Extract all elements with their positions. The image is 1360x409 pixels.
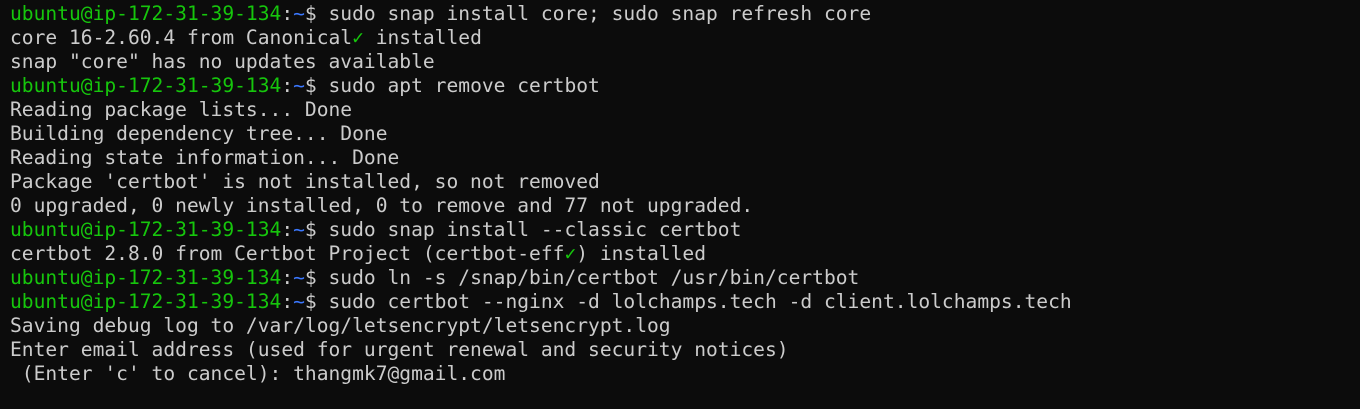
input-line[interactable]: (Enter 'c' to cancel): thangmk7@gmail.co… (10, 362, 1350, 386)
command-text: sudo snap install --classic certbot (328, 218, 742, 241)
prompt-path: ~ (293, 218, 305, 241)
prompt-line: ubuntu@ip-172-31-39-134:~$ sudo certbot … (10, 290, 1350, 314)
output-text: installed (363, 26, 482, 49)
command-text: sudo snap install core; sudo snap refres… (328, 2, 872, 25)
prompt-path: ~ (293, 266, 305, 289)
prompt-user: ubuntu@ip-172-31-39-134 (10, 2, 282, 25)
prompt-line: ubuntu@ip-172-31-39-134:~$ sudo ln -s /s… (10, 266, 1350, 290)
prompt-separator: : (281, 266, 294, 289)
prompt-symbol: $ (304, 218, 329, 241)
prompt-line: ubuntu@ip-172-31-39-134:~$ sudo snap ins… (10, 2, 1350, 26)
checkmark-icon: ✓ (352, 26, 364, 49)
command-text: sudo apt remove certbot (328, 74, 600, 97)
prompt-separator: : (281, 290, 294, 313)
prompt-symbol: $ (304, 74, 329, 97)
prompt-path: ~ (293, 2, 305, 25)
terminal-window[interactable]: ubuntu@ip-172-31-39-134:~$ sudo snap ins… (0, 0, 1360, 409)
prompt-symbol: $ (304, 266, 329, 289)
output-line: snap "core" has no updates available (10, 50, 435, 73)
prompt-line: ubuntu@ip-172-31-39-134:~$ sudo apt remo… (10, 74, 1350, 98)
command-text: sudo certbot --nginx -d lolchamps.tech -… (328, 290, 1072, 313)
output-line: 0 upgraded, 0 newly installed, 0 to remo… (10, 194, 754, 217)
prompt-path: ~ (293, 290, 305, 313)
output-line: Reading package lists... Done (10, 98, 353, 121)
output-text: certbot 2.8.0 from Certbot Project (cert… (10, 242, 565, 265)
prompt-separator: : (281, 2, 294, 25)
prompt-separator: : (281, 218, 294, 241)
output-line: Building dependency tree... Done (10, 122, 388, 145)
prompt-path: ~ (293, 74, 305, 97)
output-line: Enter email address (used for urgent ren… (10, 338, 789, 361)
output-line: Saving debug log to /var/log/letsencrypt… (10, 314, 671, 337)
output-text: ) installed (576, 242, 706, 265)
output-line: certbot 2.8.0 from Certbot Project (cert… (10, 242, 1350, 266)
prompt-user: ubuntu@ip-172-31-39-134 (10, 74, 282, 97)
output-line: Package 'certbot' is not installed, so n… (10, 170, 600, 193)
prompt-separator: : (281, 74, 294, 97)
prompt-user: ubuntu@ip-172-31-39-134 (10, 218, 282, 241)
prompt-symbol: $ (304, 2, 329, 25)
prompt-line: ubuntu@ip-172-31-39-134:~$ sudo snap ins… (10, 218, 1350, 242)
checkmark-icon: ✓ (564, 242, 577, 265)
output-line: Reading state information... Done (10, 146, 400, 169)
prompt-user: ubuntu@ip-172-31-39-134 (10, 266, 282, 289)
prompt-symbol: $ (304, 290, 329, 313)
command-text: sudo ln -s /snap/bin/certbot /usr/bin/ce… (328, 266, 860, 289)
prompt-user: ubuntu@ip-172-31-39-134 (10, 290, 282, 313)
output-line: core 16-2.60.4 from Canonical✓ installed (10, 26, 1350, 50)
output-text: core 16-2.60.4 from Canonical (10, 26, 353, 49)
